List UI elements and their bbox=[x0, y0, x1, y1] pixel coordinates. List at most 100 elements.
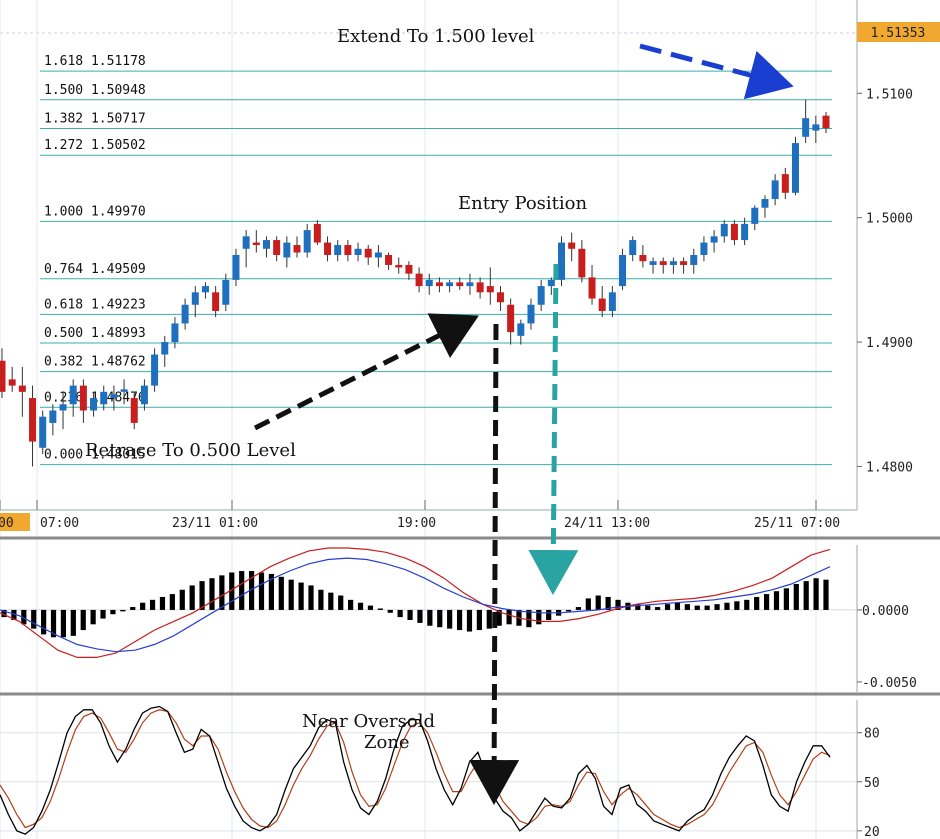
candle-body bbox=[781, 174, 789, 193]
price-panel: 1.618 1.51178 1.500 1.50948 1.382 1.50717 1… bbox=[0, 0, 940, 839]
candle-body bbox=[395, 264, 403, 268]
macd-histogram-bar bbox=[684, 604, 690, 610]
candle-body bbox=[720, 223, 728, 237]
candle-body bbox=[110, 394, 118, 399]
candle-body bbox=[598, 298, 606, 311]
x-tick-label: 23/11 01:00 bbox=[172, 516, 258, 531]
macd-histogram-bar bbox=[575, 607, 582, 610]
candle-body bbox=[507, 304, 515, 333]
candle-body bbox=[212, 292, 220, 311]
macd-histogram-bar bbox=[773, 591, 780, 610]
macd-histogram-bar bbox=[585, 598, 591, 610]
macd-histogram-bar bbox=[397, 609, 403, 618]
macd-histogram-bar bbox=[427, 609, 433, 626]
fib-label-1.272: 1.272 1.50502 bbox=[44, 138, 146, 153]
fib-label-0.618: 0.618 1.49223 bbox=[44, 297, 146, 312]
macd-histogram-bar bbox=[209, 578, 215, 610]
macd-histogram-bar bbox=[199, 581, 205, 610]
price-y-tick-label: 1.4800 bbox=[866, 460, 913, 475]
macd-histogram-bar bbox=[41, 609, 47, 635]
candle-body bbox=[771, 180, 779, 200]
macd-histogram-bar bbox=[120, 609, 126, 612]
macd-histogram-bar bbox=[318, 589, 324, 610]
candle-body bbox=[39, 416, 47, 448]
extend-annotation: Extend To 1.500 level bbox=[337, 26, 535, 47]
candle-body bbox=[466, 282, 474, 287]
stoch-y-tick-label: 20 bbox=[864, 825, 880, 839]
macd-histogram-bar bbox=[367, 605, 374, 610]
candle-body bbox=[680, 261, 688, 265]
macd-histogram-bar bbox=[110, 609, 116, 615]
retrace-annotation: Retrace To 0.500 Level bbox=[85, 440, 296, 461]
macd-histogram-bar bbox=[278, 576, 284, 610]
candle-body bbox=[568, 242, 576, 249]
macd-histogram-bar bbox=[60, 609, 67, 638]
candle-body bbox=[222, 279, 230, 305]
macd-histogram-bar bbox=[140, 602, 146, 610]
x-tick-label: 25/11 07:00 bbox=[754, 516, 840, 531]
macd-histogram-bar bbox=[179, 589, 185, 610]
macd-histogram-bar bbox=[447, 609, 453, 629]
macd-histogram-bar bbox=[714, 604, 720, 610]
oversold-annotation-line1: Near Oversold bbox=[302, 711, 435, 732]
candle-body bbox=[791, 143, 799, 193]
candle-body bbox=[608, 292, 616, 311]
candle-body bbox=[476, 282, 484, 293]
candle-body bbox=[639, 255, 647, 262]
fib-label-0.764: 0.764 1.49509 bbox=[44, 262, 146, 277]
fib-label-1.000: 1.000 1.49970 bbox=[44, 204, 146, 219]
oversold-annotation-line2: Zone bbox=[364, 732, 410, 753]
fib-label-1.382: 1.382 1.50717 bbox=[44, 111, 146, 126]
stochastic-y-axis: 80 50 20 bbox=[857, 727, 880, 839]
candle-body bbox=[140, 385, 148, 405]
macd-signal-red-line bbox=[0, 547, 831, 659]
candle-body bbox=[822, 115, 830, 129]
candle-body bbox=[751, 207, 759, 224]
candle-body bbox=[385, 255, 393, 265]
macd-histogram-bar bbox=[437, 609, 443, 628]
candle-body bbox=[486, 286, 494, 293]
candle-body bbox=[619, 255, 627, 287]
price-y-tick-label: 1.4900 bbox=[866, 336, 913, 351]
candle-body bbox=[8, 379, 16, 386]
macd-histogram-bar bbox=[754, 596, 760, 610]
candle-body bbox=[364, 248, 372, 258]
macd-histogram-bar bbox=[258, 572, 265, 610]
macd-histogram-bar bbox=[674, 602, 681, 610]
macd-histogram-bar bbox=[823, 579, 829, 610]
candle-body bbox=[130, 398, 138, 423]
candle-body bbox=[273, 240, 281, 255]
candle-body bbox=[741, 223, 749, 241]
candle-body bbox=[161, 342, 169, 355]
macd-y-axis: 0.0000 -0.0050 bbox=[857, 604, 917, 691]
candle-body bbox=[649, 261, 657, 265]
macd-histogram-bar bbox=[348, 599, 354, 610]
macd-histogram-bar bbox=[377, 608, 383, 610]
candle-body bbox=[344, 245, 352, 255]
candle-body bbox=[120, 389, 128, 392]
fib-label-1.500: 1.500 1.50948 bbox=[44, 83, 146, 98]
x-tick-label: 24/11 13:00 bbox=[564, 516, 650, 531]
stoch-y-tick-label: 50 bbox=[864, 776, 880, 791]
macd-histogram-bar bbox=[219, 575, 225, 610]
candle-body bbox=[18, 385, 26, 392]
candle-body bbox=[191, 292, 199, 305]
macd-histogram-bar bbox=[734, 601, 740, 610]
candle-body bbox=[405, 264, 413, 274]
candle-body bbox=[283, 242, 291, 258]
price-y-tick-label: 1.5000 bbox=[866, 212, 913, 227]
macd-histogram-bar bbox=[149, 599, 156, 610]
stochastic-panel: 80 50 20 bbox=[0, 692, 940, 839]
macd-histogram-bar bbox=[308, 585, 314, 610]
candle-body bbox=[517, 323, 525, 336]
candle-body bbox=[629, 240, 637, 255]
macd-histogram-bar bbox=[724, 602, 730, 610]
candle-body bbox=[242, 236, 250, 249]
candle-body bbox=[730, 223, 738, 241]
macd-histogram-bar bbox=[704, 605, 710, 610]
macd-y-tick-label: -0.0050 bbox=[862, 676, 917, 691]
x-tick-label: 00 bbox=[0, 516, 14, 531]
candle-body bbox=[59, 404, 67, 411]
macd-histogram-bar bbox=[813, 578, 819, 610]
candle-body bbox=[812, 124, 820, 131]
